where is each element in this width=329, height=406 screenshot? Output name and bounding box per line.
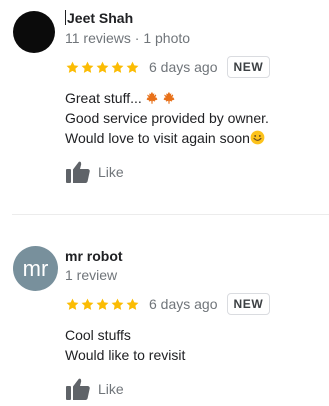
star-icon [95, 60, 110, 75]
star-icon [80, 297, 95, 312]
rating-row: 6 days ago NEW [65, 55, 271, 79]
review-text: Cool stuffs Would like to revisit [65, 325, 325, 365]
review-divider [12, 214, 329, 215]
like-button[interactable]: Like [65, 377, 124, 401]
thumbs-up-icon [65, 160, 91, 184]
review-line-text: Would love to visit again soon [65, 130, 250, 146]
review-card: Jeet Shah 11 reviews · 1 photo 6 days ag… [0, 0, 329, 214]
maple-leaf-icon [145, 90, 159, 104]
star-rating [65, 60, 140, 75]
star-icon [80, 60, 95, 75]
thumbs-up-icon [65, 377, 91, 401]
smiley-emoji-icon [250, 130, 265, 145]
new-badge: NEW [226, 293, 271, 315]
maple-leaf-icon [162, 90, 176, 104]
reviewer-name-text[interactable]: Jeet Shah [67, 10, 133, 26]
star-rating [65, 297, 140, 312]
reviewer-name[interactable]: mr robot [65, 248, 123, 264]
star-icon [65, 297, 80, 312]
review-line: Great stuff... [65, 88, 325, 108]
rating-row: 6 days ago NEW [65, 292, 271, 316]
like-button[interactable]: Like [65, 160, 124, 184]
reviewer-avatar[interactable] [13, 11, 55, 53]
review-line: Cool stuffs [65, 327, 131, 343]
review-card: mr mr robot 1 review 6 days ago NEW Cool… [0, 216, 329, 400]
review-date: 6 days ago [149, 59, 218, 75]
review-line-text: Great stuff... [65, 90, 142, 106]
reviewer-name[interactable]: Jeet Shah [65, 10, 133, 26]
star-icon [125, 60, 140, 75]
text-cursor [65, 10, 66, 25]
review-line: Would love to visit again soon [65, 128, 325, 148]
review-line: Good service provided by owner. [65, 110, 269, 126]
review-text: Great stuff... Good service provided by … [65, 88, 325, 148]
like-label: Like [98, 381, 124, 397]
reviewer-meta: 1 review [65, 267, 118, 283]
star-icon [95, 297, 110, 312]
reviewer-meta: 11 reviews · 1 photo [65, 30, 191, 46]
new-badge: NEW [226, 56, 271, 78]
star-icon [110, 60, 125, 75]
reviewer-avatar[interactable]: mr [13, 246, 58, 291]
star-icon [110, 297, 125, 312]
like-label: Like [98, 164, 124, 180]
star-icon [125, 297, 140, 312]
star-icon [65, 60, 80, 75]
review-date: 6 days ago [149, 296, 218, 312]
review-line: Would like to revisit [65, 347, 186, 363]
